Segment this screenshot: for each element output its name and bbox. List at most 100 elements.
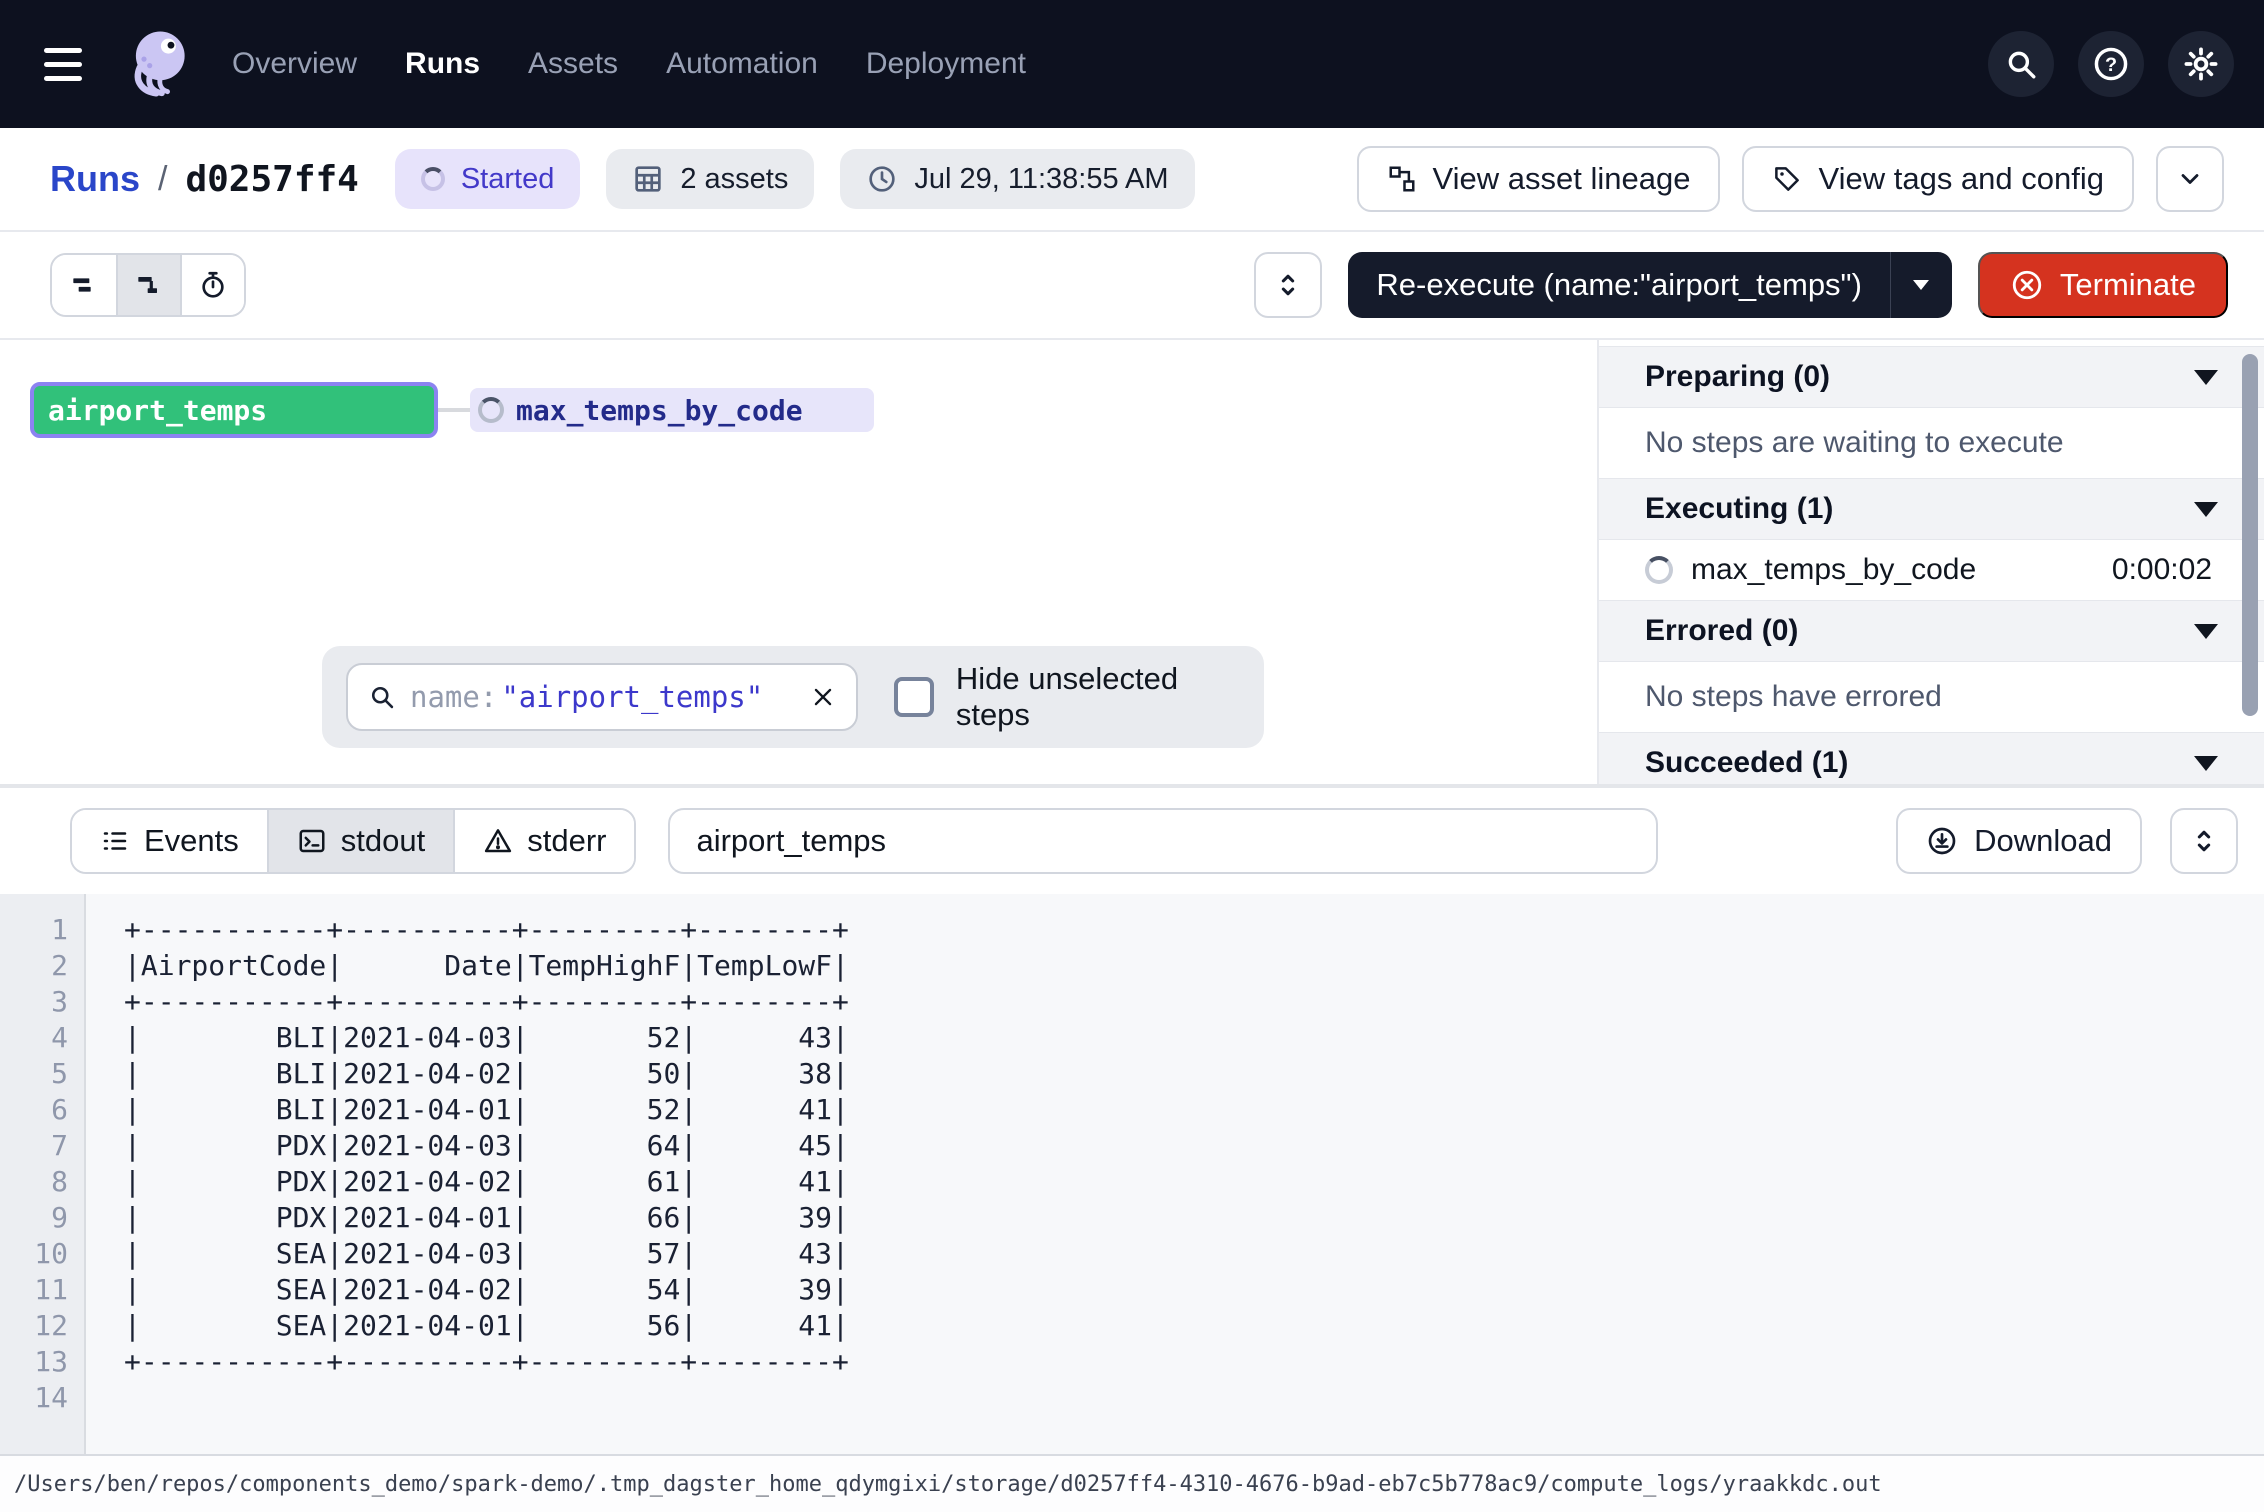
clear-filter-button[interactable] <box>810 684 836 710</box>
tab-label: Events <box>144 823 239 859</box>
main-nav: Overview Runs Assets Automation Deployme… <box>232 47 1026 81</box>
hamburger-menu-icon[interactable] <box>44 42 88 86</box>
reexecute-split-button: Re-execute (name:"airport_temps") <box>1348 252 1951 318</box>
nav-item-deployment[interactable]: Deployment <box>866 47 1026 81</box>
log-line-number: 9 <box>0 1200 84 1236</box>
log-line-number: 5 <box>0 1056 84 1092</box>
log-line-number: 13 <box>0 1344 84 1380</box>
search-icon <box>368 683 396 711</box>
log-line <box>124 1380 849 1416</box>
nav-item-runs[interactable]: Runs <box>405 47 480 81</box>
log-line: | PDX|2021-04-02| 61| 41| <box>124 1164 849 1200</box>
lineage-icon <box>1387 164 1417 194</box>
search-button[interactable] <box>1988 31 2054 97</box>
executing-step-row[interactable]: max_temps_by_code 0:00:02 <box>1599 540 2264 600</box>
nav-item-automation[interactable]: Automation <box>666 47 818 81</box>
view-mode-waterfall-button[interactable] <box>116 255 180 315</box>
triangle-down-icon <box>2194 756 2218 771</box>
section-header-succeeded[interactable]: Succeeded (1) <box>1599 732 2264 784</box>
log-line-number: 4 <box>0 1020 84 1056</box>
section-header-executing[interactable]: Executing (1) <box>1599 478 2264 540</box>
log-line-number: 12 <box>0 1308 84 1344</box>
sort-chevrons-icon <box>1274 271 1302 299</box>
run-more-actions-button[interactable] <box>2156 146 2224 212</box>
download-button[interactable]: Download <box>1896 808 2142 874</box>
section-title: Preparing (0) <box>1645 360 1830 394</box>
view-mode-timer-button[interactable] <box>180 255 244 315</box>
step-filter-input[interactable]: name: "airport_temps" <box>346 663 858 731</box>
stopwatch-icon <box>197 269 229 301</box>
step-name-label: max_temps_by_code <box>516 394 803 427</box>
preparing-empty-message: No steps are waiting to execute <box>1599 408 2264 478</box>
terminate-label: Terminate <box>2060 267 2196 303</box>
gear-icon <box>2182 45 2220 83</box>
assets-count-badge[interactable]: 2 assets <box>606 149 814 209</box>
run-gantt-section: airport_temps max_temps_by_code name: "a… <box>0 340 2264 788</box>
run-status-label: Started <box>461 163 555 196</box>
log-content: +-----------+----------+---------+------… <box>86 894 849 1454</box>
assets-count-label: 2 assets <box>680 163 788 196</box>
view-tags-config-button[interactable]: View tags and config <box>1742 146 2134 212</box>
section-title: Succeeded (1) <box>1645 746 1848 780</box>
log-line-number-gutter: 1234567891011121314 <box>0 894 86 1454</box>
spinner-icon <box>421 167 445 191</box>
reexecute-dropdown-button[interactable] <box>1890 252 1952 318</box>
tab-label: stderr <box>527 823 606 859</box>
log-line-number: 8 <box>0 1164 84 1200</box>
tab-stdout[interactable]: stdout <box>267 810 453 872</box>
timestamp-label: Jul 29, 11:38:55 AM <box>914 163 1168 196</box>
tab-stderr[interactable]: stderr <box>453 810 634 872</box>
chevron-down-icon <box>2176 165 2204 193</box>
log-line-number: 11 <box>0 1272 84 1308</box>
gantt-step-max-temps-by-code[interactable]: max_temps_by_code <box>470 388 874 432</box>
view-asset-lineage-label: View asset lineage <box>1433 161 1691 197</box>
section-header-errored[interactable]: Errored (0) <box>1599 600 2264 662</box>
tag-icon <box>1772 164 1802 194</box>
zoom-level-button[interactable] <box>1254 252 1322 318</box>
nav-item-assets[interactable]: Assets <box>528 47 618 81</box>
terminate-button[interactable]: Terminate <box>1978 252 2228 318</box>
close-icon <box>810 684 836 710</box>
log-line-number: 14 <box>0 1380 84 1416</box>
view-tags-config-label: View tags and config <box>1818 161 2104 197</box>
side-panel-scrollbar[interactable] <box>2242 354 2258 716</box>
breadcrumb-runs-link[interactable]: Runs <box>50 158 140 200</box>
top-nav: Overview Runs Assets Automation Deployme… <box>0 0 2264 128</box>
run-header-actions: View asset lineage View tags and config <box>1357 146 2224 212</box>
log-file-path-bar: /Users/ben/repos/components_demo/spark-d… <box>0 1454 2264 1512</box>
log-line: +-----------+----------+---------+------… <box>124 984 849 1020</box>
hide-unselected-steps-label: Hide unselected steps <box>956 661 1240 733</box>
hide-unselected-steps-checkbox[interactable] <box>894 677 934 717</box>
filter-prefix: name: <box>410 680 497 714</box>
nav-item-overview[interactable]: Overview <box>232 47 357 81</box>
grid-icon <box>632 163 664 195</box>
tab-label: stdout <box>341 823 425 859</box>
view-mode-flat-button[interactable] <box>52 255 116 315</box>
executing-step-name: max_temps_by_code <box>1691 553 1976 587</box>
view-asset-lineage-button[interactable]: View asset lineage <box>1357 146 1721 212</box>
log-file-path: /Users/ben/repos/components_demo/spark-d… <box>14 1472 1882 1497</box>
download-icon <box>1926 825 1958 857</box>
log-line-number: 2 <box>0 948 84 984</box>
log-line: | BLI|2021-04-01| 52| 41| <box>124 1092 849 1128</box>
section-title: Executing (1) <box>1645 492 1833 526</box>
help-button[interactable]: ? <box>2078 31 2144 97</box>
run-header: Runs / d0257ff4 Started 2 assets Jul 29,… <box>0 128 2264 232</box>
dagster-logo[interactable] <box>118 25 196 103</box>
section-header-preparing[interactable]: Preparing (0) <box>1599 346 2264 408</box>
reexecute-button[interactable]: Re-execute (name:"airport_temps") <box>1348 267 1889 303</box>
list-icon <box>100 826 130 856</box>
gantt-step-airport-temps[interactable]: airport_temps <box>30 382 438 438</box>
tab-events[interactable]: Events <box>72 810 267 872</box>
log-toolbar: Events stdout stderr Download <box>0 788 2264 894</box>
log-step-filter-input[interactable] <box>668 808 1658 874</box>
expand-log-button[interactable] <box>2170 808 2238 874</box>
section-title: Errored (0) <box>1645 614 1798 648</box>
breadcrumb-run-id: d0257ff4 <box>185 159 358 200</box>
settings-button[interactable] <box>2168 31 2234 97</box>
log-tabs: Events stdout stderr <box>70 808 636 874</box>
errored-empty-message: No steps have errored <box>1599 662 2264 732</box>
log-line: | SEA|2021-04-02| 54| 39| <box>124 1272 849 1308</box>
gantt-waterfall-icon <box>133 269 165 301</box>
stdout-log-view: 1234567891011121314 +-----------+-------… <box>0 894 2264 1454</box>
